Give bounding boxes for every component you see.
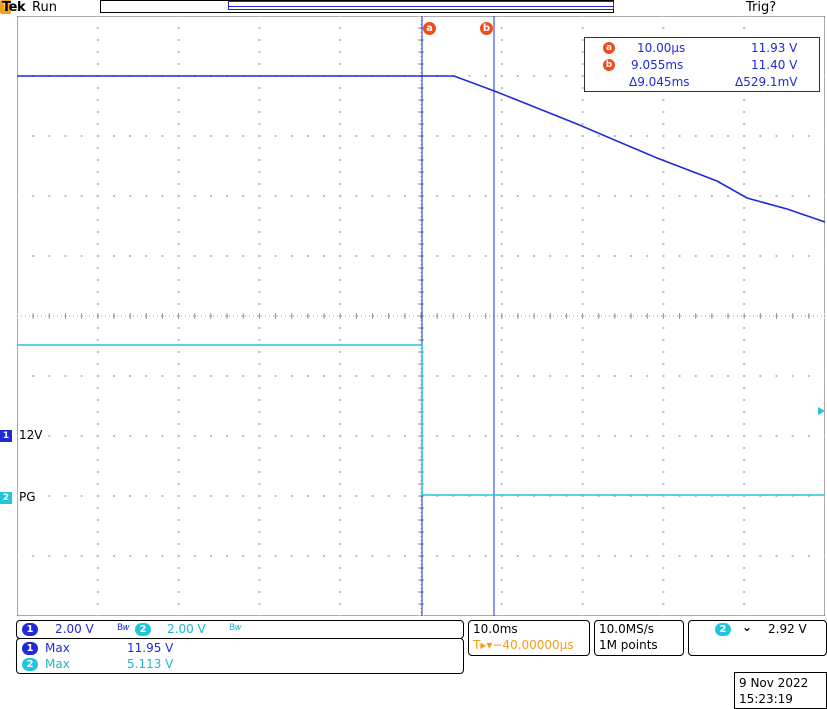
meas1-value: 11.95 V	[127, 641, 174, 655]
acquisition-readout[interactable]: 10.0MS/s 1M points	[594, 620, 684, 656]
meas2-name: Max	[45, 657, 70, 671]
ch1-badge: 1	[22, 623, 38, 636]
datetime-readout: 9 Nov 2022 15:23:19	[734, 672, 827, 709]
record-length: 1M points	[599, 638, 658, 652]
trigger-source-badge: 2	[715, 623, 731, 636]
time: 15:23:19	[739, 692, 793, 706]
cursor-b-marker[interactable]: b	[480, 22, 493, 35]
meas1-name: Max	[45, 641, 70, 655]
measurement-readout[interactable]: 1 Max 11.95 V 2 Max 5.113 V	[16, 638, 464, 674]
ch2-scale: 2.00 V	[167, 622, 206, 636]
trigger-status: Trig?	[746, 0, 777, 15]
horizontal-scale: 10.0ms	[473, 622, 518, 636]
ch2-badge: 2	[135, 623, 151, 636]
waveform-display[interactable]	[17, 16, 825, 616]
meas2-badge: 2	[22, 658, 38, 671]
cursor-delta-time: Δ9.045ms	[629, 75, 690, 89]
horizontal-position: T▸▾−40.00000µs	[473, 638, 574, 652]
meas2-value: 5.113 V	[127, 657, 174, 671]
brand-logo: Tek	[2, 0, 26, 15]
sample-rate: 10.0MS/s	[599, 622, 654, 636]
ch2-bandwidth-icon: B𝑤	[229, 623, 242, 633]
ch2-ground-marker[interactable]: 2	[0, 492, 12, 504]
timebase-readout[interactable]: 10.0ms T▸▾−40.00000µs	[468, 620, 590, 656]
cursor-a-time: 10.00µs	[637, 41, 686, 55]
cursor-b-time: 9.055ms	[631, 58, 684, 72]
ch1-scale: 2.00 V	[55, 622, 94, 636]
cursor-b-badge: b	[603, 59, 615, 71]
trigger-readout[interactable]: 2 ⌄ 2.92 V	[688, 620, 827, 656]
record-view-line	[228, 6, 614, 7]
acquisition-status[interactable]: Run	[32, 0, 57, 15]
meas1-badge: 1	[22, 642, 38, 655]
cursor-b-voltage: 11.40 V	[751, 58, 798, 72]
ch2-label: PG	[19, 490, 36, 504]
ch1-ground-marker[interactable]: 1	[0, 430, 12, 442]
cursor-a-badge: a	[603, 42, 615, 54]
cursor-delta-voltage: Δ529.1mV	[735, 75, 798, 89]
cursor-a-voltage: 11.93 V	[751, 41, 798, 55]
date: 9 Nov 2022	[739, 676, 809, 690]
ch1-label: 12V	[19, 428, 43, 442]
channel-scale-readout[interactable]: 1 2.00 V B𝑤 2 2.00 V B𝑤	[16, 620, 464, 639]
cursor-a-marker[interactable]: a	[423, 22, 436, 35]
ch1-bandwidth-icon: B𝑤	[117, 623, 130, 633]
falling-edge-icon: ⌄	[742, 620, 753, 634]
trigger-level: 2.92 V	[768, 622, 807, 636]
cursor-readout: a 10.00µs 11.93 V b 9.055ms 11.40 V Δ9.0…	[584, 37, 820, 92]
